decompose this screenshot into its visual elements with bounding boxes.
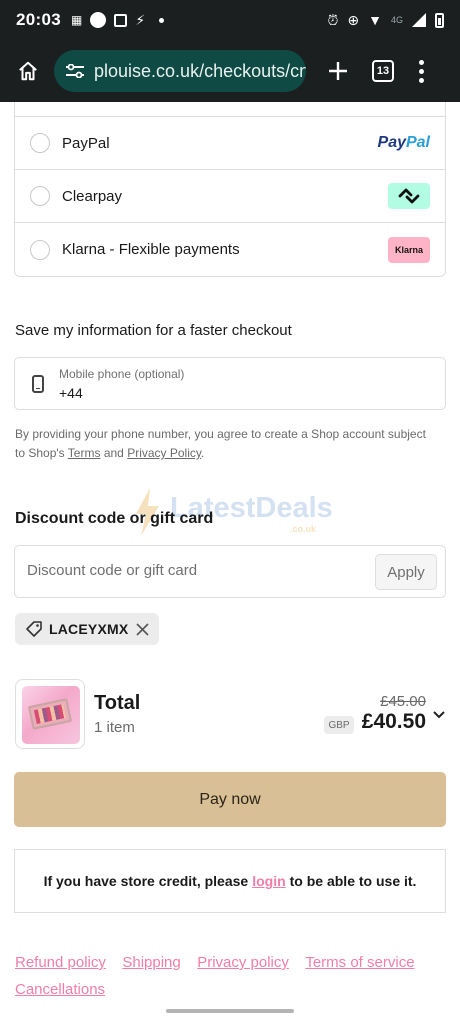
home-icon <box>19 61 37 81</box>
phone-icon <box>32 375 44 393</box>
address-bar[interactable]: plouise.co.uk/checkouts/cn/ <box>54 50 306 92</box>
paypal-logo: Pay Pal <box>378 134 430 152</box>
store-credit-prefix: If you have store credit, please <box>43 873 249 889</box>
applied-discount-code: LACEYXMX <box>49 621 129 637</box>
close-icon <box>135 622 149 636</box>
apply-discount-button[interactable]: Apply <box>375 554 437 590</box>
privacy-policy-link[interactable]: Privacy Policy <box>127 446 201 460</box>
login-link[interactable]: login <box>252 873 285 889</box>
screenshot-icon <box>114 13 128 27</box>
applied-discount-tag: LACEYXMX <box>15 613 159 645</box>
footer-links: Refund policy Shipping Privacy policy Te… <box>15 954 445 999</box>
more-notifications-icon <box>159 17 165 23</box>
pay-now-button[interactable]: Pay now <box>14 772 446 827</box>
alarm-icon: ⏰︎ <box>327 11 339 28</box>
tag-icon <box>25 620 43 638</box>
clearpay-radio[interactable] <box>30 186 50 206</box>
signal-icon <box>412 13 426 27</box>
terms-of-service-link[interactable]: Terms of service <box>305 954 414 971</box>
phone-field-label: Mobile phone (optional) <box>59 367 185 381</box>
paypal-logo-part1: Pay <box>377 134 406 151</box>
calendar-icon: ▦ <box>70 13 83 27</box>
product-thumbnail <box>15 679 85 749</box>
terms-suffix: . <box>200 446 205 460</box>
discount-heading: Discount code or gift card <box>15 510 214 527</box>
shipping-link[interactable]: Shipping <box>122 954 180 971</box>
total-price: £40.50 <box>361 710 426 733</box>
status-time: 20:03 <box>16 10 61 29</box>
store-credit-suffix: to be able to use it. <box>289 873 417 889</box>
wifi-icon: ▼ <box>368 12 382 28</box>
browser-toolbar: plouise.co.uk/checkouts/cn/ 13 <box>0 40 460 102</box>
paypal-radio[interactable] <box>30 133 50 153</box>
payment-option-paypal[interactable]: PayPal Pay Pal <box>15 117 445 170</box>
refund-policy-link[interactable]: Refund policy <box>15 954 106 971</box>
currency-badge: GBP <box>324 716 354 734</box>
terms-and: and <box>103 446 124 460</box>
cancellations-link[interactable]: Cancellations <box>15 981 105 998</box>
notification-icons: ▦ ⚡︎ <box>70 11 165 29</box>
phone-field-value[interactable]: +44 <box>59 385 83 401</box>
watermark-subtext: .co.uk <box>290 524 317 534</box>
footer-row: Cancellations <box>15 981 445 999</box>
tab-switcher-button[interactable]: 13 <box>372 60 394 82</box>
terms-link[interactable]: Terms <box>68 446 101 460</box>
battery-icon <box>435 12 444 28</box>
privacy-policy-footer-link[interactable]: Privacy policy <box>197 954 289 971</box>
item-count: 1 item <box>94 719 135 736</box>
home-button[interactable] <box>12 55 44 87</box>
klarna-radio[interactable] <box>30 239 50 260</box>
remove-discount-button[interactable] <box>135 622 149 636</box>
menu-dot <box>418 59 424 65</box>
chevron-down-icon <box>433 711 445 719</box>
store-credit-notice: If you have store credit, please login t… <box>14 849 446 913</box>
menu-dot <box>418 68 424 74</box>
payment-option-klarna[interactable]: Klarna - Flexible payments Klarna <box>15 223 445 276</box>
payment-option-label: Clearpay <box>62 187 123 205</box>
mobile-phone-field[interactable]: Mobile phone (optional) +44 <box>14 357 446 410</box>
data-saver-icon: ⊕ <box>347 11 360 28</box>
gesture-home-bar[interactable] <box>166 1009 294 1013</box>
original-price: £45.00 <box>380 693 426 710</box>
browser-menu-button[interactable] <box>418 59 424 83</box>
menu-dot <box>418 77 424 83</box>
payment-option-clearpay[interactable]: Clearpay <box>15 170 445 223</box>
order-summary-toggle[interactable] <box>432 708 446 722</box>
bolt-icon: ⚡︎ <box>135 11 146 28</box>
new-tab-button[interactable] <box>324 57 352 85</box>
total-label: Total <box>94 692 141 714</box>
system-icons: ⏰︎ ⊕ ▼ 4G <box>327 12 444 29</box>
discount-code-input[interactable] <box>27 562 367 579</box>
shop-terms-notice: By providing your phone number, you agre… <box>15 425 435 463</box>
klarna-logo: Klarna <box>388 236 430 263</box>
status-bar: 20:03 ▦ ⚡︎ ⏰︎ ⊕ ▼ 4G <box>0 0 460 40</box>
site-settings-icon[interactable] <box>64 60 86 82</box>
clearpay-icon <box>388 183 430 209</box>
plus-icon <box>329 62 347 80</box>
payment-option-label: PayPal <box>62 134 110 152</box>
payment-methods-list: PayPal Pay Pal Clearpay Klarna - Flexible… <box>14 102 446 277</box>
network-label: 4G <box>390 15 403 25</box>
paypal-logo-part2: Pal <box>405 134 430 151</box>
payment-option-label: Klarna - Flexible payments <box>62 241 240 258</box>
app-icon <box>90 12 107 28</box>
url-text: plouise.co.uk/checkouts/cn/ <box>94 60 306 81</box>
save-info-heading: Save my information for a faster checkou… <box>15 322 292 339</box>
discount-field: Apply <box>14 545 446 598</box>
